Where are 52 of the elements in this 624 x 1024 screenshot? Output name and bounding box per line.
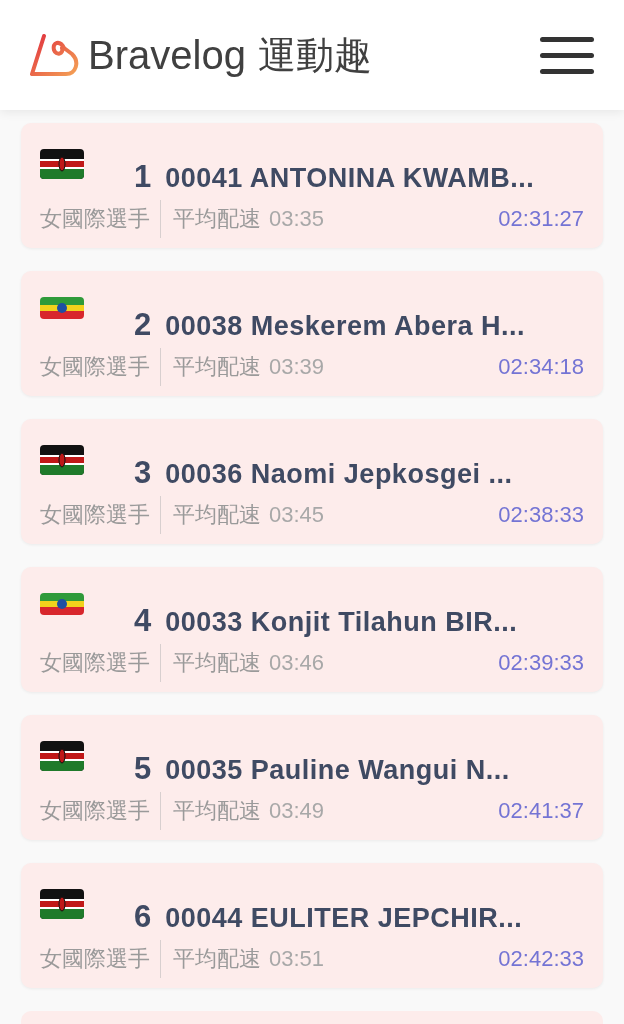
- pace-value: 03:35: [268, 208, 325, 230]
- rank-number: 6: [134, 901, 152, 932]
- runner-name: 00041 ANTONINA KWAMB...: [165, 165, 535, 192]
- runner-name: 00036 Naomi Jepkosgei ...: [165, 461, 513, 488]
- category-label: 女國際選手: [40, 200, 161, 238]
- flag-icon: [40, 445, 84, 475]
- finish-time: 02:31:27: [498, 208, 584, 230]
- runner-card[interactable]: 4 00033 Konjit Tilahun BIR... 女國際選手 平均配速 03:46 02:39:33: [21, 567, 603, 692]
- logo-text: Bravelog: [88, 35, 246, 75]
- runner-name: 00035 Pauline Wangui N...: [165, 757, 510, 784]
- finish-time: 02:42:33: [498, 948, 584, 970]
- finish-time: 02:34:18: [498, 356, 584, 378]
- category-label: 女國際選手: [40, 496, 161, 534]
- rank-number: 2: [134, 309, 152, 340]
- runner-card[interactable]: 6 00044 EULITER JEPCHIR... 女國際選手 平均配速 03:51 02:42:33: [21, 863, 603, 988]
- runner-card[interactable]: 2 00038 Meskerem Abera H... 女國際選手 平均配速 03:39 02:34:18: [21, 271, 603, 396]
- runner-name: 00033 Konjit Tilahun BIR...: [165, 609, 518, 636]
- pace-value: 03:39: [268, 356, 325, 378]
- rank-number: 3: [134, 457, 152, 488]
- pace-label: 平均配速: [172, 208, 261, 230]
- runner-card[interactable]: 5 00035 Pauline Wangui N... 女國際選手 平均配速 03:49 02:41:37: [21, 715, 603, 840]
- finish-time: 02:41:37: [498, 800, 584, 822]
- logo-icon: [30, 32, 80, 78]
- flag-icon: [40, 149, 84, 179]
- flag-icon: [40, 741, 84, 771]
- rank-number: 4: [134, 605, 152, 636]
- flag-icon: [40, 889, 84, 919]
- rank-number: 5: [134, 753, 152, 784]
- pace-label: 平均配速: [172, 652, 261, 674]
- pace-value: 03:46: [268, 652, 325, 674]
- runner-name: 00044 EULITER JEPCHIR...: [165, 905, 523, 932]
- menu-icon[interactable]: [540, 34, 594, 76]
- category-label: 女國際選手: [40, 792, 161, 830]
- flag-icon: [40, 593, 84, 615]
- pace-label: 平均配速: [172, 504, 261, 526]
- category-label: 女國際選手: [40, 348, 161, 386]
- category-label: 女國際選手: [40, 940, 161, 978]
- pace-label: 平均配速: [172, 948, 261, 970]
- pace-value: 03:51: [268, 948, 325, 970]
- runner-card[interactable]: 1 00041 ANTONINA KWAMB... 女國際選手 平均配速 03:35 02:31:27: [21, 123, 603, 248]
- category-label: 女國際選手: [40, 644, 161, 682]
- finish-time: 02:38:33: [498, 504, 584, 526]
- pace-label: 平均配速: [172, 800, 261, 822]
- pace-value: 03:45: [268, 504, 325, 526]
- runner-name: 00038 Meskerem Abera H...: [165, 313, 525, 340]
- flag-icon: [40, 297, 84, 319]
- logo-cjk-text: 運動趣: [257, 36, 372, 74]
- pace-label: 平均配速: [172, 356, 261, 378]
- runner-card[interactable]: 3 00036 Naomi Jepkosgei ... 女國際選手 平均配速 03:45 02:38:33: [21, 419, 603, 544]
- finish-time: 02:39:33: [498, 652, 584, 674]
- pace-value: 03:49: [268, 800, 325, 822]
- rank-number: 1: [134, 161, 152, 192]
